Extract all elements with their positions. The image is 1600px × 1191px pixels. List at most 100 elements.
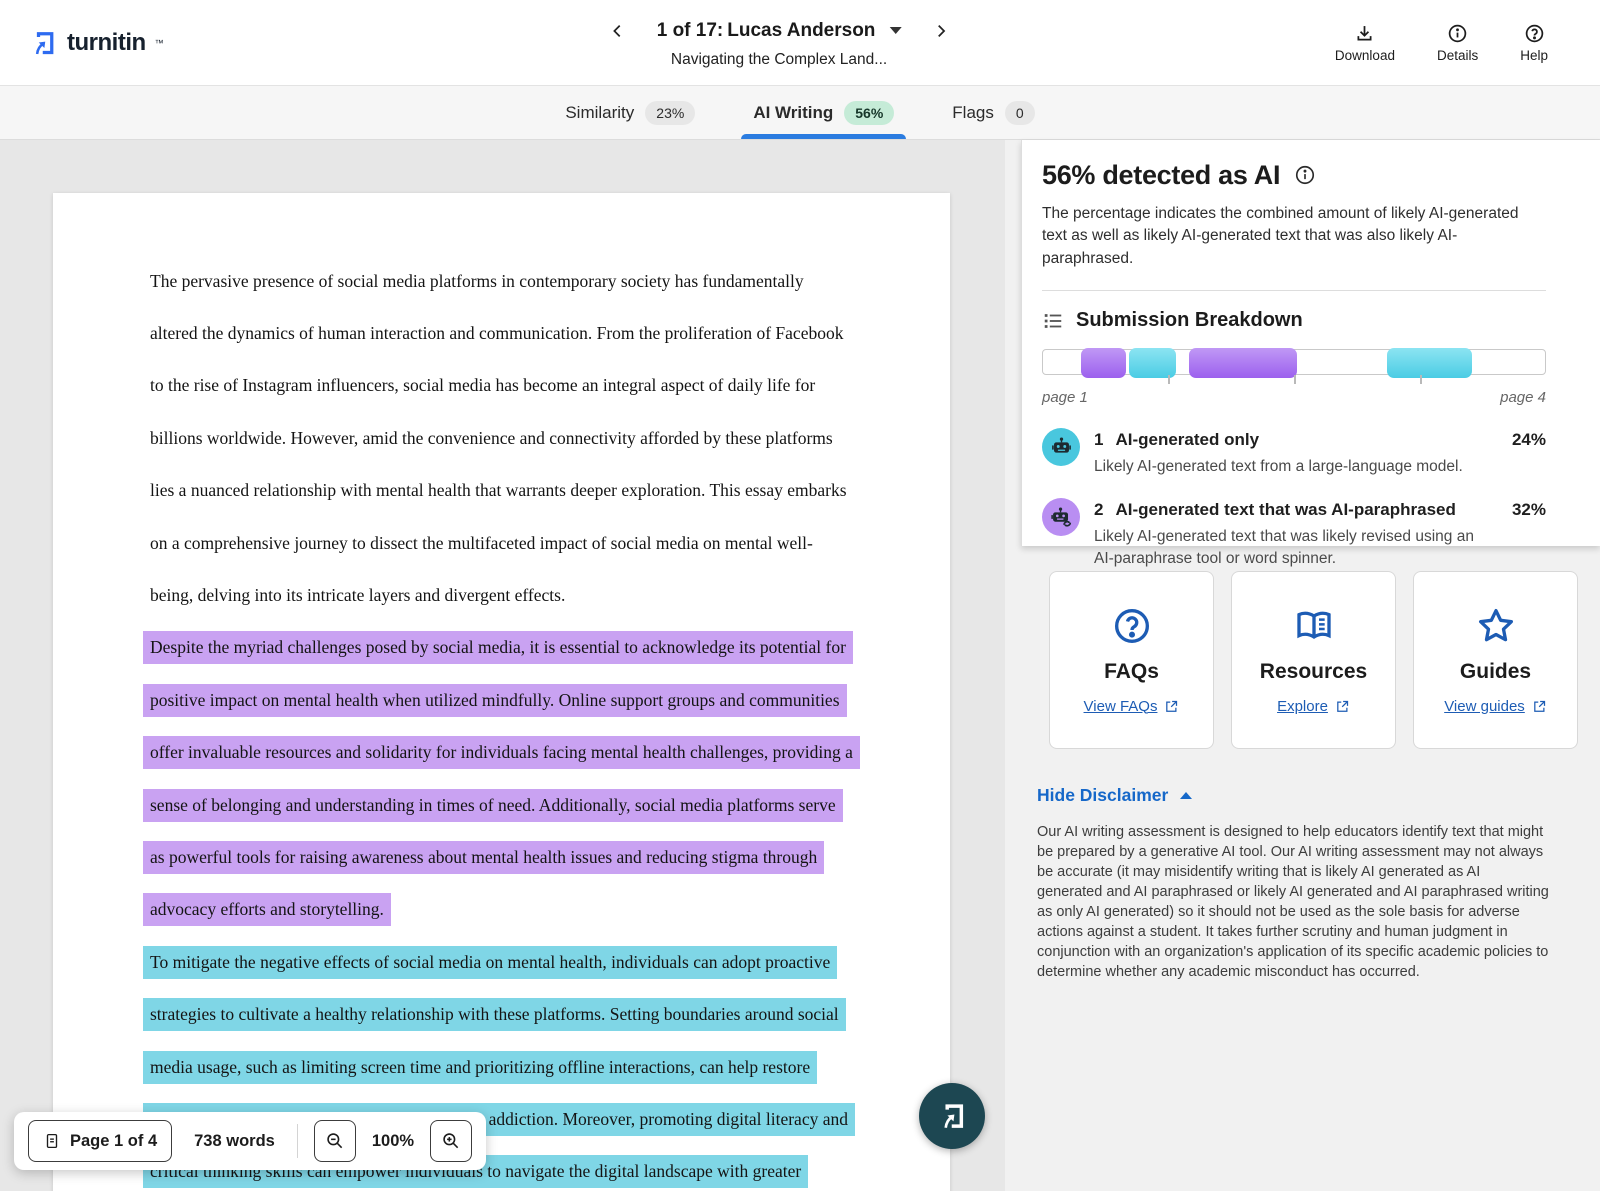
document-line: lies a nuanced relationship with mental … [150,465,855,517]
similarity-score-badge: 23% [645,101,695,125]
download-button[interactable]: Download [1335,23,1395,63]
viewer-toolbar: Page 1 of 4 738 words 100% [14,1112,486,1170]
question-circle-icon [1112,606,1152,646]
next-submission-button[interactable] [927,18,953,44]
breakdown-segment-ai-paraphrased[interactable] [1189,348,1297,378]
faqs-card-title: FAQs [1104,660,1159,684]
toolbar-divider [297,1124,298,1158]
view-guides-link[interactable]: View guides [1444,698,1547,715]
breakdown-segment-ai-generated[interactable] [1129,348,1176,378]
chevron-right-icon [932,23,948,39]
page-boundary-tick [1294,375,1296,384]
breakdown-ticks [1042,375,1546,385]
page-boundary-tick [1168,375,1170,384]
submission-position: 1 of 17: [657,20,724,42]
page-indicator: Page 1 of 4 [70,1132,157,1151]
breakdown-heading: Submission Breakdown [1076,309,1303,332]
document-line: sense of belonging and understanding in … [150,779,855,831]
ai-writing-panel: 56% detected as AI The percentage indica… [1005,140,1600,1191]
caret-up-icon [1180,792,1192,799]
document-line: billions worldwide. However, amid the co… [150,412,855,464]
disclaimer-text: Our AI writing assessment is designed to… [1037,822,1549,982]
page-boundary-tick [1420,375,1422,384]
resources-card: Resources Explore [1231,571,1396,749]
document-line: The pervasive presence of social media p… [150,255,855,307]
breakdown-segment-ai-generated[interactable] [1387,348,1472,378]
page-end-label: page 4 [1500,389,1546,406]
ai-paraphrased-percentage: 32% [1512,500,1546,520]
zoom-level: 100% [372,1132,414,1151]
purple-highlighted-text: sense of belonging and understanding in … [143,789,843,822]
document-line: on a comprehensive journey to dissect th… [150,517,855,569]
document-line: as powerful tools for raising awareness … [150,831,855,883]
document-page: The pervasive presence of social media p… [53,193,950,1191]
ai-writing-score-badge: 56% [844,101,894,125]
turnitin-app: turnitin ™ 1 of 17:Lucas Anderson Navigat… [0,0,1600,1191]
star-icon [1476,606,1516,646]
document-line: altered the dynamics of human interactio… [150,307,855,359]
word-count: 738 words [188,1132,281,1151]
info-circle-icon [1447,23,1468,44]
ai-detection-card: 56% detected as AI The percentage indica… [1021,140,1600,546]
external-link-icon [1164,699,1179,714]
help-button[interactable]: Help [1520,23,1548,63]
document-line-text: to the rise of Instagram influencers, so… [143,369,822,402]
panel-divider [1042,290,1546,291]
details-button[interactable]: Details [1437,23,1478,63]
cyan-highlighted-text: strategies to cultivate a healthy relati… [143,998,846,1031]
turnitin-fab-button[interactable] [919,1083,985,1149]
breakdown-item-title: AI-generated text that was AI-paraphrase… [1115,500,1455,520]
flags-count-badge: 0 [1005,101,1035,125]
external-link-icon [1335,699,1350,714]
header-actions: Download Details Help [1335,23,1600,63]
ai-detection-info-button[interactable] [1293,164,1317,188]
view-faqs-link[interactable]: View FAQs [1084,698,1180,715]
cyan-highlighted-text: media usage, such as limiting screen tim… [143,1051,817,1084]
tab-similarity[interactable]: Similarity23% [553,86,707,139]
submission-nav: 1 of 17:Lucas Anderson Navigating the Co… [605,0,954,86]
document-line-text: on a comprehensive journey to dissect th… [143,527,820,560]
document-line: offer invaluable resources and solidarit… [150,727,855,779]
document-line: Despite the myriad challenges posed by s… [150,622,855,674]
page-start-label: page 1 [1042,389,1088,406]
purple-highlighted-text: offer invaluable resources and solidarit… [143,736,860,769]
brand-trademark: ™ [155,38,164,48]
purple-highlighted-text: Despite the myriad challenges posed by s… [143,631,853,664]
breakdown-segment-ai-paraphrased[interactable] [1081,348,1127,378]
zoom-in-button[interactable] [430,1120,472,1162]
document-line-text: lies a nuanced relationship with mental … [143,474,854,507]
resources-card-title: Resources [1260,660,1367,684]
purple-highlighted-text: positive impact on mental health when ut… [143,684,847,717]
info-circle-icon [1294,164,1316,186]
document-line-text: The pervasive presence of social media p… [143,265,811,298]
page-icon [43,1132,61,1150]
report-tabbar: Similarity23% AI Writing56% Flags0 [0,86,1600,140]
zoom-out-icon [325,1131,345,1151]
panel-resources-section: FAQs View FAQs Resources Explore [1005,546,1600,1191]
previous-submission-button[interactable] [605,18,631,44]
turnitin-logo-icon [28,28,58,58]
breakdown-item-number: 1 [1094,430,1103,450]
ai-generated-percentage: 24% [1512,430,1546,450]
caret-down-icon [889,27,901,34]
explore-resources-link[interactable]: Explore [1277,698,1350,715]
breakdown-item-title: AI-generated only [1115,430,1259,450]
breakdown-bar [1042,349,1546,375]
external-link-icon [1532,699,1547,714]
guides-card: Guides View guides [1413,571,1578,749]
hide-disclaimer-button[interactable]: Hide Disclaimer [1037,785,1192,806]
document-line: to the rise of Instagram influencers, so… [150,360,855,412]
submission-selector[interactable]: 1 of 17:Lucas Anderson [657,20,902,42]
purple-highlighted-text: as powerful tools for raising awareness … [143,841,824,874]
document-line: positive impact on mental health when ut… [150,674,855,726]
tab-ai-writing[interactable]: AI Writing56% [741,86,906,139]
cyan-highlighted-text: To mitigate the negative effects of soci… [143,946,837,979]
zoom-out-button[interactable] [314,1120,356,1162]
zoom-in-icon [441,1131,461,1151]
tab-flags[interactable]: Flags0 [940,86,1046,139]
brand-name: turnitin [67,29,146,57]
main-area: The pervasive presence of social media p… [0,140,1600,1191]
page-navigator-button[interactable]: Page 1 of 4 [28,1120,172,1162]
help-circle-icon [1524,23,1545,44]
submission-title: Navigating the Complex Land... [671,51,887,69]
